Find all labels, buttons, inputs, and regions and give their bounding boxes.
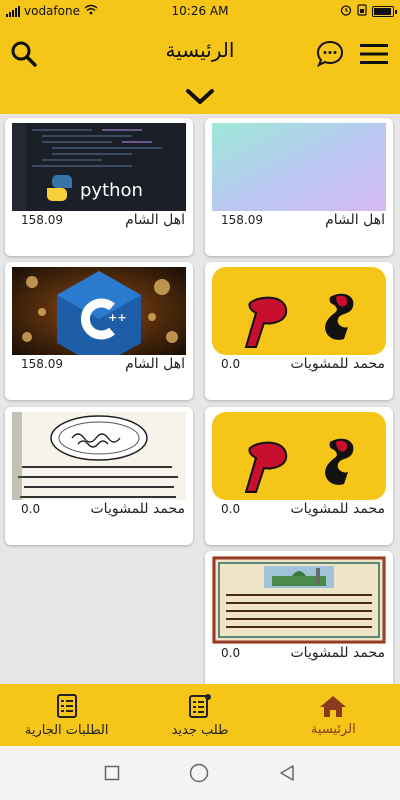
arabic-calligraphy-thumbnail bbox=[12, 412, 186, 500]
product-card[interactable]: محمد للمشويات 0.0 bbox=[205, 407, 393, 545]
product-card[interactable]: محمد للمشويات 0.0 bbox=[5, 407, 193, 545]
back-icon[interactable] bbox=[278, 764, 296, 782]
product-card[interactable]: محمد للمشويات 0.0 bbox=[205, 262, 393, 400]
alarm-icon bbox=[340, 4, 352, 19]
product-price: 0.0 bbox=[221, 646, 241, 660]
status-bar: vodafone 10:26 AM bbox=[0, 0, 400, 22]
python-logo-thumbnail: python bbox=[12, 123, 186, 211]
checklist-icon bbox=[56, 693, 77, 718]
product-name: اهل الشام bbox=[125, 356, 185, 372]
product-card[interactable]: محمد للمشويات 0.0 bbox=[205, 551, 393, 684]
product-price: 0.0 bbox=[21, 502, 41, 516]
python-wordmark: python bbox=[80, 180, 143, 201]
product-name: محمد للمشويات bbox=[290, 501, 386, 517]
arabic-manuscript-thumbnail bbox=[212, 556, 386, 644]
product-name: اهل الشام bbox=[125, 212, 185, 228]
home-circle-icon[interactable] bbox=[189, 763, 209, 783]
restaurant-logo-thumbnail bbox=[212, 267, 386, 355]
product-name: محمد للمشويات bbox=[90, 501, 186, 517]
expand-button[interactable] bbox=[184, 86, 216, 108]
cpp-logo-thumbnail: ++ bbox=[12, 267, 186, 355]
chat-button[interactable] bbox=[314, 38, 346, 70]
chat-bubble-icon bbox=[316, 40, 344, 68]
product-price: 158.09 bbox=[21, 357, 63, 371]
gradient-thumbnail bbox=[212, 123, 386, 211]
product-price: 158.09 bbox=[21, 213, 63, 227]
nav-home[interactable]: الرئيسية bbox=[267, 684, 400, 746]
nav-new-order-label: طلب جديد bbox=[171, 722, 229, 738]
nav-current-orders[interactable]: الطلبات الجارية bbox=[0, 684, 133, 746]
chevron-down-icon bbox=[186, 89, 214, 104]
product-card[interactable]: اهل الشام 158.09 bbox=[205, 118, 393, 256]
nav-current-orders-label: الطلبات الجارية bbox=[24, 722, 109, 738]
product-grid: اهل الشام 158.09 python اهل الشام 158.09 bbox=[0, 114, 400, 684]
system-navigation-bar bbox=[0, 746, 400, 800]
sim-icon bbox=[357, 3, 367, 19]
product-name: محمد للمشويات bbox=[290, 356, 386, 372]
hamburger-menu-icon bbox=[360, 44, 388, 64]
home-icon bbox=[320, 695, 347, 717]
menu-button[interactable] bbox=[358, 38, 390, 70]
restaurant-logo-thumbnail bbox=[212, 412, 386, 500]
product-name: اهل الشام bbox=[325, 212, 385, 228]
carrier-label: vodafone bbox=[24, 4, 80, 18]
wifi-icon bbox=[84, 4, 98, 18]
product-price: 158.09 bbox=[221, 213, 263, 227]
product-price: 0.0 bbox=[221, 502, 241, 516]
product-name: محمد للمشويات bbox=[290, 645, 386, 661]
nav-new-order[interactable]: طلب جديد bbox=[133, 684, 266, 746]
app-bar: الرئيسية bbox=[0, 22, 400, 114]
product-card[interactable]: python اهل الشام 158.09 bbox=[5, 118, 193, 256]
product-card[interactable]: ++ اهل الشام 158.09 bbox=[5, 262, 193, 400]
cpp-plus-label: ++ bbox=[108, 311, 126, 324]
signal-icon bbox=[6, 5, 20, 17]
bottom-navigation: الطلبات الجارية طلب جديد الرئيسية bbox=[0, 684, 400, 746]
battery-icon bbox=[371, 5, 397, 17]
nav-home-label: الرئيسية bbox=[310, 721, 356, 737]
product-price: 0.0 bbox=[221, 357, 241, 371]
clock: 10:26 AM bbox=[171, 4, 229, 18]
recents-icon[interactable] bbox=[104, 765, 120, 781]
new-order-icon bbox=[188, 693, 211, 718]
